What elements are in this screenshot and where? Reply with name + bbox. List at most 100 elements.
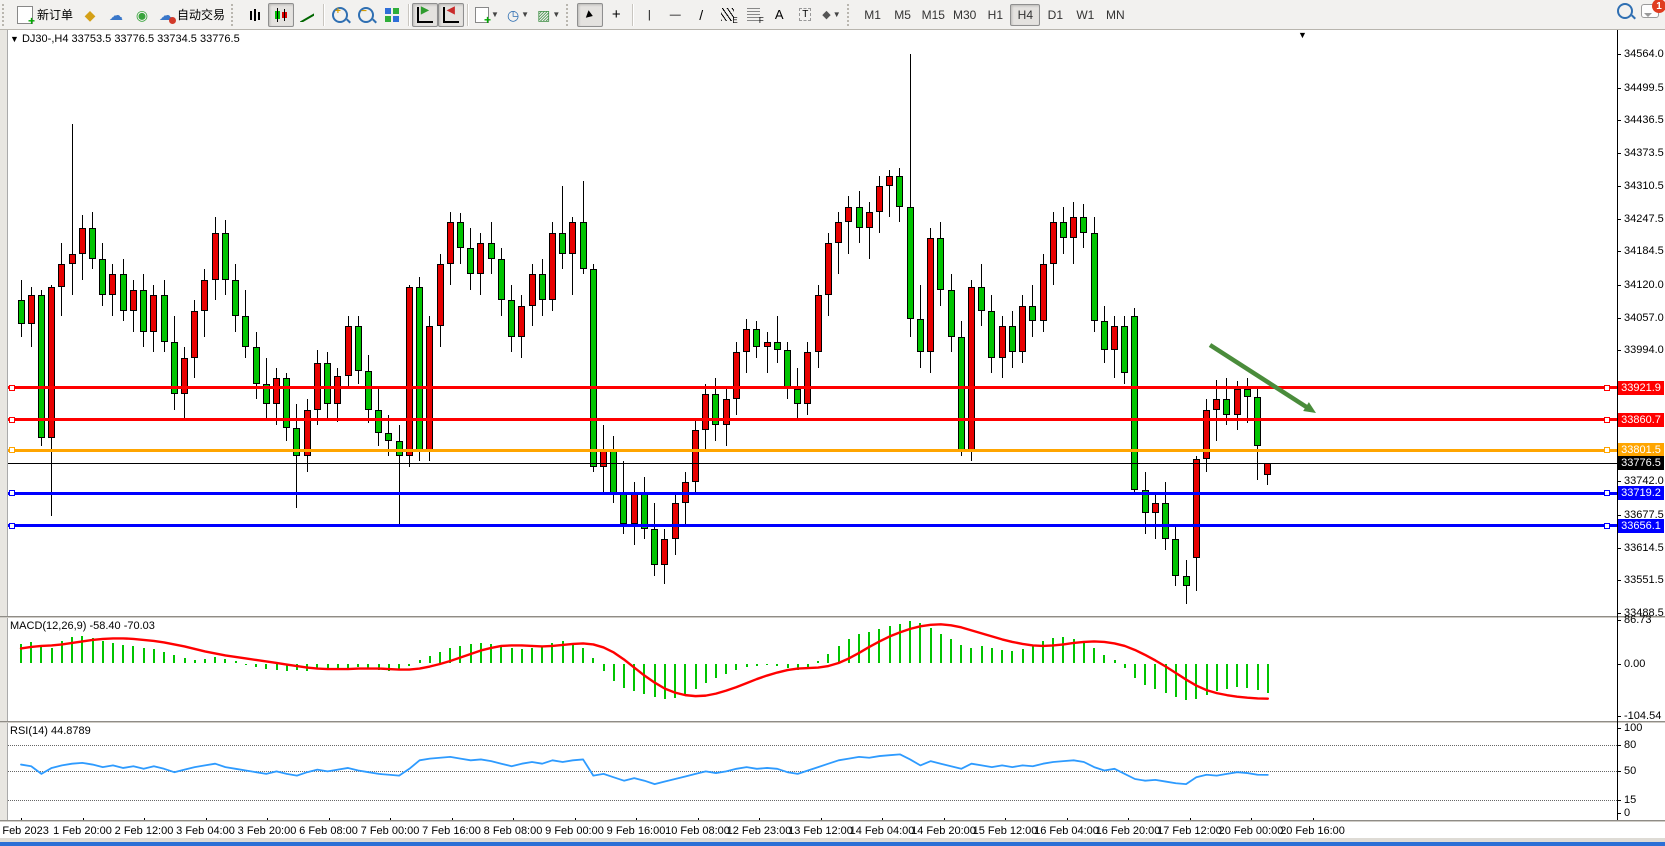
timeframe-d1[interactable]: D1 [1040, 4, 1070, 26]
template-icon: ▨ [537, 8, 550, 22]
chevron-down-icon: ▼ [491, 10, 499, 19]
candle [457, 222, 464, 248]
level-handle[interactable] [1604, 523, 1610, 529]
zoom-in-button[interactable]: + [327, 3, 353, 27]
timeframe-m30[interactable]: M30 [949, 4, 980, 26]
macd-histogram-bar [654, 664, 656, 697]
timeframe-mn[interactable]: MN [1100, 4, 1130, 26]
shapes-button[interactable]: ◆▼ [818, 3, 844, 27]
level-handle[interactable] [1604, 490, 1610, 496]
candle [161, 295, 168, 342]
macd-histogram-bar [419, 660, 421, 663]
chat-icon[interactable]: 1 [1641, 4, 1659, 18]
autoscroll-button[interactable]: ▶ [412, 3, 438, 27]
level-handle[interactable] [9, 523, 15, 529]
macd-histogram-bar [797, 664, 799, 670]
macd-histogram-bar [92, 638, 94, 663]
autotrading-button[interactable]: ☁ 自动交易 [155, 3, 229, 27]
level-handle[interactable] [1604, 385, 1610, 391]
bar-chart-button[interactable] [242, 3, 268, 27]
vertical-line-button[interactable]: | [636, 3, 662, 27]
price-level-line[interactable] [8, 386, 1617, 389]
candle [18, 300, 25, 323]
macd-histogram-bar [582, 648, 584, 663]
timeframe-bar: M1M5M15M30H1H4D1W1MN [858, 4, 1131, 26]
crosshair-button[interactable]: + [603, 3, 629, 27]
sonar-button[interactable]: ◉ [129, 3, 155, 27]
tile-windows-button[interactable] [379, 3, 405, 27]
candle [876, 186, 883, 212]
cursor-button[interactable] [577, 3, 603, 27]
price-level-line[interactable] [8, 449, 1617, 452]
candle [1080, 217, 1087, 233]
macd-histogram-bar [1267, 664, 1269, 693]
toolbar-grip [566, 4, 575, 26]
timeframe-m1[interactable]: M1 [858, 4, 888, 26]
candle [1213, 399, 1220, 409]
periods-button[interactable]: ◷▼ [503, 3, 533, 27]
candle [1091, 233, 1098, 321]
current-price-line[interactable] [8, 463, 1617, 464]
label-button[interactable]: T [792, 3, 818, 27]
candle [334, 376, 341, 405]
level-handle[interactable] [1604, 447, 1610, 453]
trendline-button[interactable]: / [688, 3, 714, 27]
autotrading-icon: ☁ [159, 8, 173, 22]
gold-diamond-button[interactable]: ◆ [77, 3, 103, 27]
indicators-button[interactable]: ▼ [471, 3, 503, 27]
timeframe-h4[interactable]: H4 [1010, 4, 1040, 26]
candlestick-button[interactable] [268, 3, 294, 27]
line-chart-button[interactable] [294, 3, 320, 27]
price-level-line[interactable] [8, 418, 1617, 421]
candle [835, 222, 842, 243]
horizontal-line-button[interactable]: — [662, 3, 688, 27]
chart-title: ▼ DJ30-,H4 33753.5 33776.5 33734.5 33776… [10, 33, 240, 45]
toolbar-right: 1 [1617, 3, 1659, 19]
time-label: 20 Feb 16:00 [1271, 825, 1355, 837]
templates-button[interactable]: ▨▼ [533, 3, 564, 27]
macd-histogram-bar [1185, 664, 1187, 700]
one-click-expander-icon[interactable]: ▼ [10, 34, 19, 44]
candle [753, 329, 760, 347]
timeframe-h1[interactable]: H1 [980, 4, 1010, 26]
price-level-line[interactable] [8, 524, 1617, 527]
zoom-out-button[interactable]: − [353, 3, 379, 27]
level-handle[interactable] [9, 417, 15, 423]
timeframe-m15[interactable]: M15 [918, 4, 949, 26]
level-handle[interactable] [9, 385, 15, 391]
price-tick [1617, 613, 1621, 614]
chart-shift-button[interactable]: ◀ [438, 3, 464, 27]
macd-histogram-bar [1195, 664, 1197, 699]
candle [927, 238, 934, 352]
chart-shift-marker[interactable]: ▼ [1298, 30, 1307, 40]
macd-histogram-bar [286, 664, 288, 671]
search-icon[interactable] [1617, 3, 1633, 19]
channel-button[interactable]: F [740, 3, 766, 27]
price-tick [1617, 318, 1621, 319]
text-button[interactable]: A [766, 3, 792, 27]
candle [488, 243, 495, 259]
timeframe-m5[interactable]: M5 [888, 4, 918, 26]
price-badge: 33921.9 [1618, 381, 1664, 395]
macd-histogram-bar [1073, 639, 1075, 663]
macd-histogram-bar [756, 664, 758, 666]
level-handle[interactable] [9, 490, 15, 496]
level-handle[interactable] [1604, 417, 1610, 423]
price-badge: 33801.5 [1618, 443, 1664, 457]
timeframe-w1[interactable]: W1 [1070, 4, 1100, 26]
candle [69, 254, 76, 264]
candle [1070, 217, 1077, 238]
macd-histogram-bar [562, 641, 564, 663]
candle [1234, 389, 1241, 415]
candle [733, 352, 740, 399]
candle [896, 176, 903, 207]
dataview-button[interactable]: ☁ [103, 3, 129, 27]
candle [1193, 459, 1200, 558]
fibonacci-button[interactable]: E [714, 3, 740, 27]
level-handle[interactable] [9, 447, 15, 453]
new-order-button[interactable]: 新订单 [13, 3, 77, 27]
macd-histogram-bar [889, 626, 891, 663]
price-level-line[interactable] [8, 492, 1617, 495]
macd-histogram-bar [30, 642, 32, 663]
price-tick [1617, 251, 1621, 252]
